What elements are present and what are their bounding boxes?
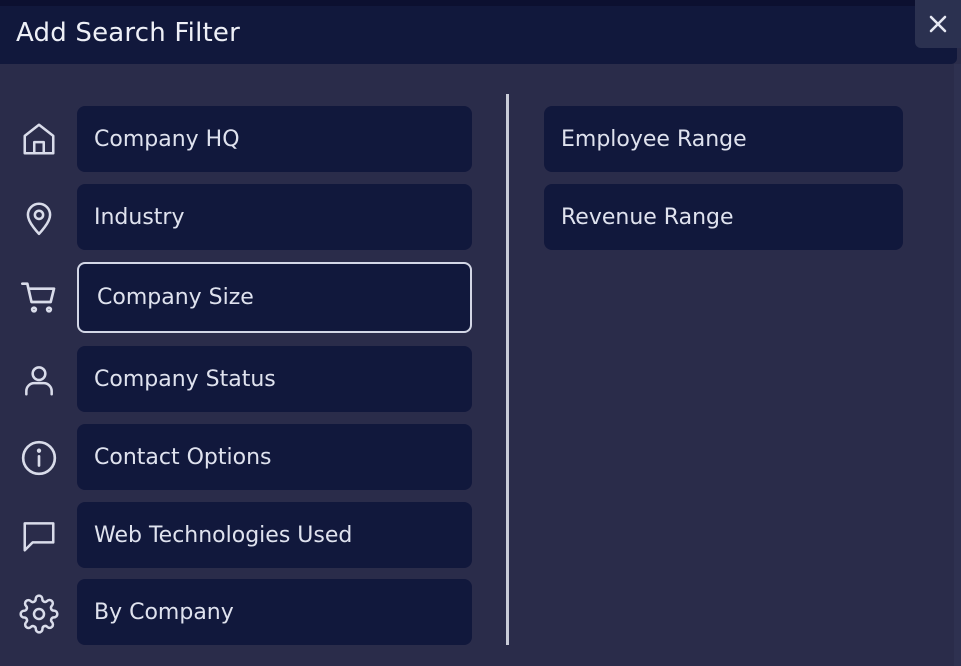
option-label: Revenue Range	[561, 204, 734, 230]
option-label: Web Technologies Used	[94, 522, 353, 548]
close-icon	[928, 14, 948, 34]
filter-option-employee-range[interactable]: Employee Range	[544, 106, 903, 172]
option-label: Employee Range	[561, 126, 747, 152]
filter-option-web-technologies-used[interactable]: Web Technologies Used	[77, 502, 472, 568]
filter-option-company-status[interactable]: Company Status	[77, 346, 472, 412]
option-label: Company Size	[97, 285, 254, 310]
shopping-cart-icon	[18, 276, 60, 318]
info-icon	[18, 437, 60, 479]
filter-option-by-company[interactable]: By Company	[77, 579, 472, 645]
filter-option-contact-options[interactable]: Contact Options	[77, 424, 472, 490]
close-button[interactable]	[915, 0, 961, 48]
option-label: Company Status	[94, 366, 276, 392]
column-divider	[506, 94, 509, 645]
dialog-header: Add Search Filter	[0, 6, 957, 64]
filter-option-company-size[interactable]: Company Size	[77, 262, 472, 333]
option-label: Company HQ	[94, 126, 240, 152]
option-label: Contact Options	[94, 444, 272, 470]
gear-icon	[18, 593, 60, 635]
home-icon	[18, 118, 60, 160]
user-icon	[18, 359, 60, 401]
filter-option-revenue-range[interactable]: Revenue Range	[544, 184, 903, 250]
scroll-edge	[954, 64, 961, 666]
filter-option-industry[interactable]: Industry	[77, 184, 472, 250]
map-pin-icon	[18, 197, 60, 239]
filter-option-company-hq[interactable]: Company HQ	[77, 106, 472, 172]
dialog-title: Add Search Filter	[16, 18, 240, 48]
message-square-icon	[18, 515, 60, 557]
option-label: Industry	[94, 204, 185, 230]
option-label: By Company	[94, 599, 234, 625]
